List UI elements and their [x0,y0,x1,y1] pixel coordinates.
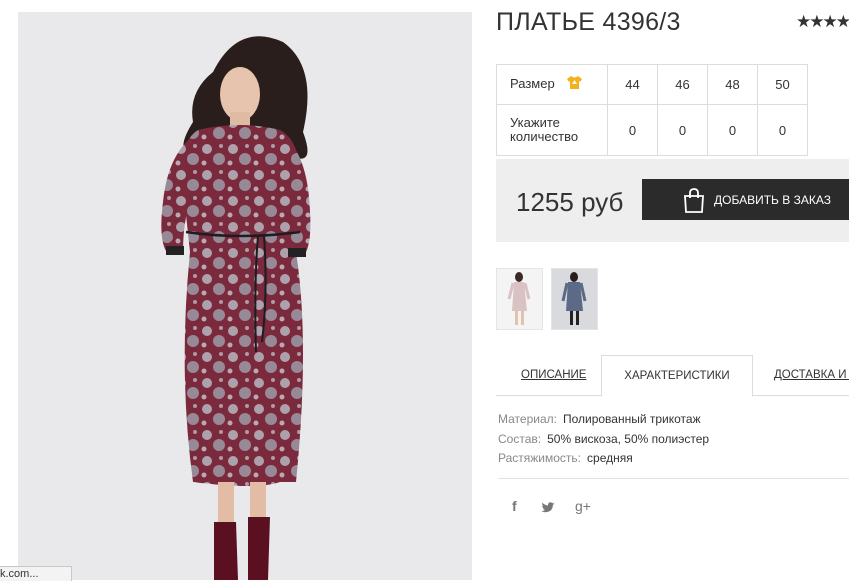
product-main-image[interactable] [18,12,472,580]
twitter-icon[interactable] [541,501,555,517]
size-label-cell: Размер [496,64,608,105]
quantity-label: Укажите количество [496,104,608,156]
size-cell: 46 [657,64,708,105]
product-specs: Материал: Полированный трикотаж Состав: 50… [498,410,709,469]
product-tabs: ОПИСАНИЕ ХАРАКТЕРИСТИКИ ДОСТАВКА И О [496,355,849,397]
tab-characteristics[interactable]: ХАРАКТЕРИСТИКИ [601,355,753,397]
spec-material: Материал: Полированный трикотаж [498,410,709,430]
facebook-icon[interactable]: f [512,498,517,514]
product-price: 1255 руб [516,187,624,217]
size-quantity-table: Размер 44 46 48 50 Укажите количество 0 … [496,64,808,156]
tab-description[interactable]: ОПИСАНИЕ [521,355,586,395]
size-cell: 48 [707,64,758,105]
section-divider [498,478,849,479]
spec-composition: Состав: 50% вискоза, 50% полиэстер [498,430,709,450]
price-bar: 1255 руб ДОБАВИТЬ В ЗАКАЗ [496,159,849,242]
quantity-input[interactable]: 0 [657,104,708,156]
spec-label: Растяжимость: [498,451,582,465]
spec-label: Материал: [498,412,557,426]
spec-value: средняя [587,451,633,465]
product-thumbnail[interactable] [551,268,598,330]
size-label: Размер [510,75,555,91]
shopping-bag-icon [682,187,706,216]
add-to-order-button[interactable]: ДОБАВИТЬ В ЗАКАЗ [642,179,849,220]
quantity-row: Укажите количество 0 0 0 0 [496,104,808,156]
size-row: Размер 44 46 48 50 [496,64,808,105]
size-chart-icon[interactable] [566,75,583,90]
rating-stars-icon[interactable]: ★★★★ [796,12,849,32]
spec-stretch: Растяжимость: средняя [498,449,709,469]
size-cell: 50 [757,64,808,105]
spec-label: Состав: [498,431,542,446]
quantity-input[interactable]: 0 [757,104,808,156]
browser-status-bar: k.com... [0,566,72,581]
add-to-order-label: ДОБАВИТЬ В ЗАКАЗ [714,193,831,207]
quantity-input[interactable]: 0 [707,104,758,156]
spec-value: Полированный трикотаж [562,412,701,426]
tab-delivery[interactable]: ДОСТАВКА И О [774,355,849,395]
product-title: ПЛАТЬЕ 4396/3 [496,8,681,36]
size-cell: 44 [607,64,658,105]
quantity-input[interactable]: 0 [607,104,658,156]
product-thumbnail[interactable] [496,268,543,330]
google-plus-icon[interactable]: g+ [575,498,591,514]
dress-model-illustration [161,36,311,580]
spec-value: 50% вискоза, 50% полиэстер [547,431,710,446]
